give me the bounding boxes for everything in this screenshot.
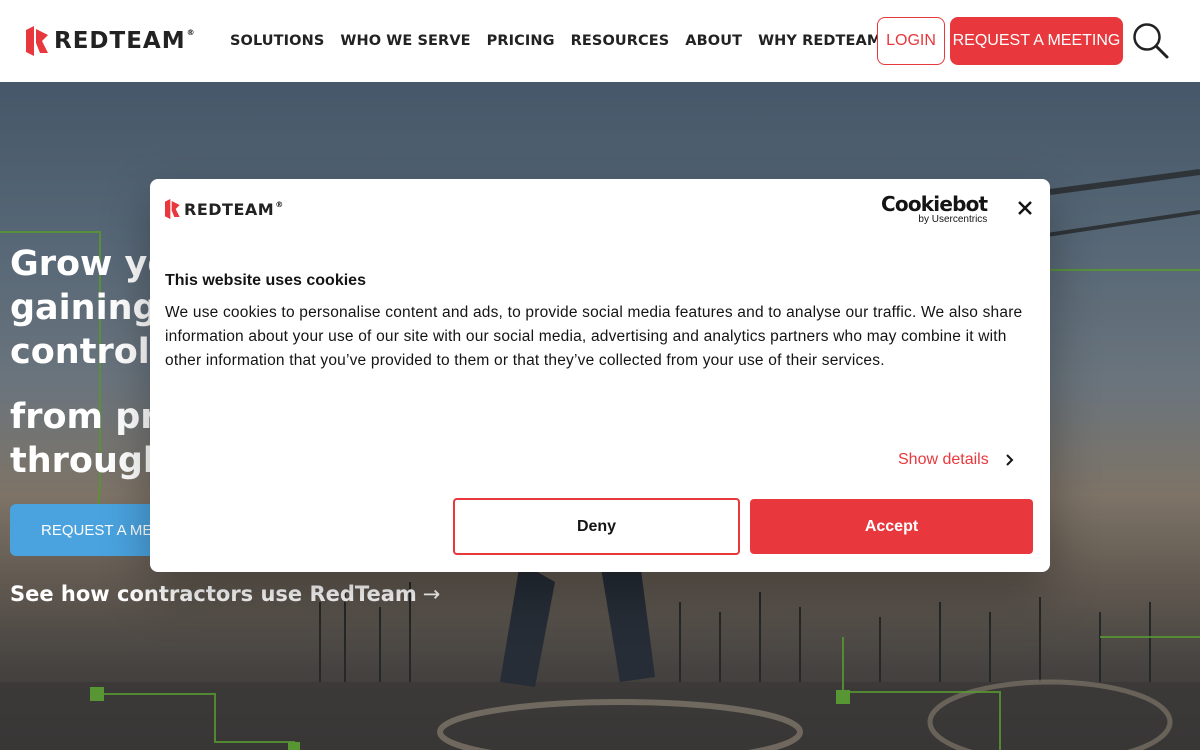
cookiebot-logo[interactable]: Cookiebot by Usercentrics — [881, 192, 988, 225]
main-nav: SOLUTIONS WHO WE SERVE PRICING RESOURCES… — [222, 0, 889, 82]
nav-solutions[interactable]: SOLUTIONS — [230, 33, 324, 49]
show-details-label: Show details — [898, 451, 989, 468]
nav-resources[interactable]: RESOURCES — [571, 33, 670, 49]
redteam-logo-mark-icon — [165, 199, 180, 219]
cookiebot-by: by Usercentrics — [918, 214, 988, 225]
cookie-consent-dialog: REDTEAM® Cookiebot by Usercentrics This … — [150, 179, 1050, 572]
redteam-logo-mark-icon — [26, 26, 48, 56]
nav-who-we-serve[interactable]: WHO WE SERVE — [340, 33, 470, 49]
nav-pricing[interactable]: PRICING — [487, 33, 555, 49]
close-icon[interactable] — [1016, 199, 1034, 217]
nav-why-redteam[interactable]: WHY REDTEAM — [758, 33, 881, 49]
arrow-right-icon: → — [422, 582, 441, 606]
chevron-right-icon — [1006, 454, 1014, 466]
see-how-link-text: See how contractors use RedTeam — [10, 582, 417, 606]
redteam-logo[interactable]: REDTEAM® — [26, 26, 196, 56]
request-meeting-button[interactable]: REQUEST A MEETING — [950, 17, 1123, 65]
cookie-dialog-title: This website uses cookies — [165, 272, 366, 289]
deny-button[interactable]: Deny — [453, 498, 740, 555]
login-button[interactable]: LOGIN — [877, 17, 945, 65]
nav-about[interactable]: ABOUT — [685, 33, 742, 49]
see-how-contractors-link[interactable]: See how contractors use RedTeam → — [10, 582, 440, 606]
cookie-dialog-body: We use cookies to personalise content an… — [165, 304, 1023, 369]
accept-button[interactable]: Accept — [750, 499, 1033, 554]
search-icon[interactable] — [1132, 22, 1170, 60]
show-details-link[interactable]: Show details — [898, 451, 1015, 469]
dialog-logo-text: REDTEAM® — [184, 199, 284, 219]
logo-text: REDTEAM® — [54, 28, 196, 54]
cookiebot-name: Cookiebot — [881, 192, 988, 216]
site-header: REDTEAM® SOLUTIONS WHO WE SERVE PRICING … — [0, 0, 1200, 82]
dialog-redteam-logo: REDTEAM® — [165, 199, 284, 219]
